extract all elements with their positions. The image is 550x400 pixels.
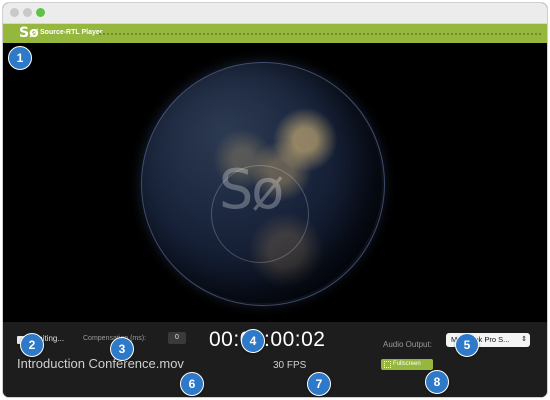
close-window-button[interactable] (10, 8, 19, 17)
zoom-window-button[interactable] (36, 8, 45, 17)
annotation-badge-1: 1 (8, 46, 32, 70)
toolbar-divider (99, 33, 541, 36)
app-toolbar: Sø Source-RTL Player (3, 24, 547, 43)
annotation-badge-5: 5 (455, 333, 479, 357)
compensation-input[interactable]: 0 (168, 332, 186, 344)
minimize-window-button[interactable] (23, 8, 32, 17)
annotation-badge-4: 4 (241, 329, 265, 353)
title-bar (3, 3, 547, 24)
annotation-badge-2: 2 (20, 333, 44, 357)
timecode-display: 00:00:00:02 (209, 328, 326, 351)
chevron-updown-icon: ⇕ (521, 336, 527, 343)
annotation-badge-6: 6 (180, 372, 204, 396)
audio-output-label: Audio Output: (383, 340, 432, 349)
fullscreen-label: Fullscreen (393, 361, 421, 367)
app-title: Source-RTL Player (40, 29, 103, 36)
watermark-logo: Sø (219, 158, 284, 221)
video-viewport[interactable]: Sø (3, 43, 547, 322)
fps-label: 30 FPS (273, 360, 307, 371)
annotation-badge-7: 7 (307, 372, 331, 396)
app-logo-icon: Sø (19, 25, 39, 41)
filename-label: Introduction Conference.mov (17, 356, 184, 371)
annotation-badge-3: 3 (110, 337, 134, 361)
annotation-badge-8: 8 (425, 370, 449, 394)
fullscreen-icon (384, 361, 391, 368)
fullscreen-button[interactable]: Fullscreen (381, 359, 433, 370)
